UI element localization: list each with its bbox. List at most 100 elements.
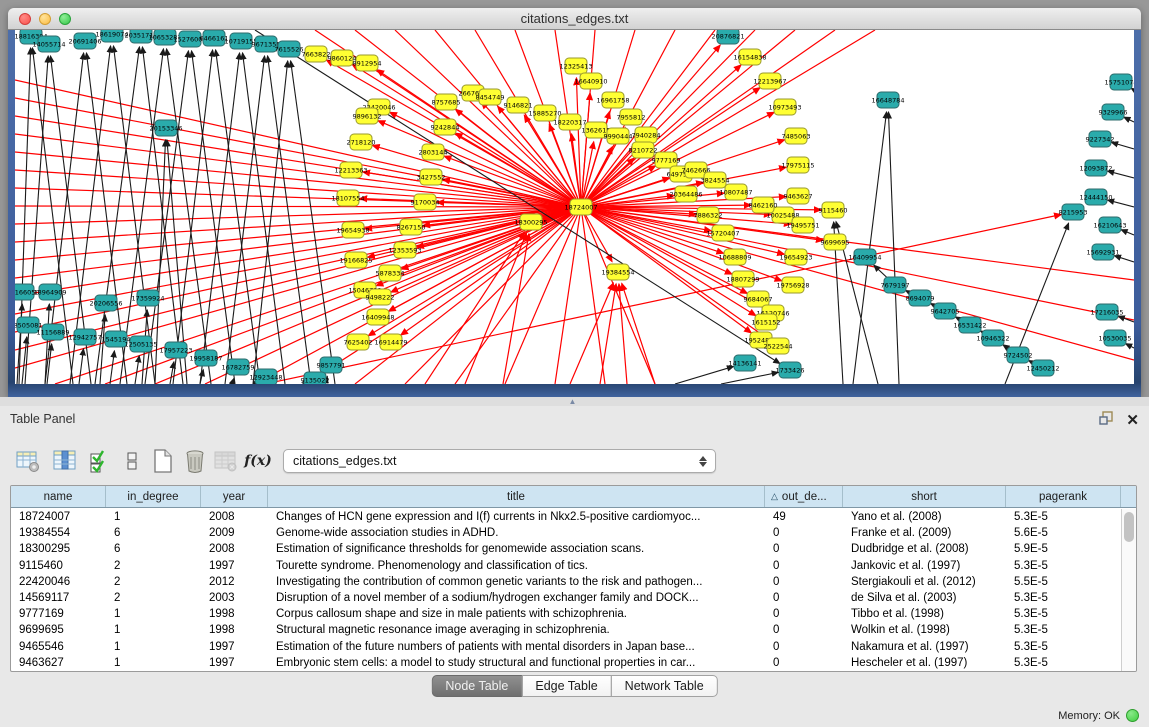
graph-node[interactable]: 17359924 [131, 290, 164, 306]
graph-node[interactable]: 7886322 [694, 207, 723, 223]
table-row[interactable]: 911546021997Tourette syndrome. Phenomeno… [11, 558, 1121, 574]
column-header-out_degree[interactable]: △out_de... [765, 486, 843, 507]
graph-node[interactable]: 19654938 [336, 222, 369, 238]
vertical-scrollbar[interactable] [1121, 509, 1136, 671]
tab-network-table[interactable]: Network Table [611, 675, 718, 697]
tab-edge-table[interactable]: Edge Table [521, 675, 611, 697]
graph-node[interactable]: 8462160 [749, 197, 778, 213]
graph-node[interactable]: 1615152 [752, 314, 781, 330]
graph-node[interactable]: 9699695 [821, 234, 850, 250]
graph-node[interactable]: 16640910 [574, 73, 607, 89]
scrollbar-thumb[interactable] [1124, 512, 1134, 542]
table-settings-icon[interactable] [14, 446, 42, 476]
table-row[interactable]: 977716911998Corpus callosum shape and si… [11, 606, 1121, 622]
graph-node[interactable]: 12325413 [559, 58, 592, 74]
graph-node[interactable]: 7663822 [302, 46, 331, 62]
graph-node[interactable]: 9227342 [1086, 131, 1115, 147]
graph-node[interactable]: 10946322 [976, 330, 1009, 346]
column-header-pagerank[interactable]: pagerank [1006, 486, 1121, 507]
graph-node[interactable]: 7940284 [632, 127, 661, 143]
graph-node[interactable]: 17957223 [159, 342, 192, 358]
network-graph[interactable]: 1872400718816304140557142069140618619074… [15, 30, 1134, 384]
graph-node[interactable]: 16648784 [871, 92, 904, 108]
graph-node[interactable]: 19654923 [779, 249, 812, 265]
graph-node[interactable]: 12353593 [388, 242, 421, 258]
graph-node[interactable]: 12942757 [68, 329, 101, 345]
column-header-title[interactable]: title [268, 486, 765, 507]
table-selector-dropdown[interactable]: citations_edges.txt [283, 449, 716, 473]
graph-node[interactable]: 2803144 [419, 144, 448, 160]
function-builder-icon[interactable]: f(x) [244, 446, 272, 476]
graph-node[interactable]: 7679197 [881, 277, 910, 293]
graph-node[interactable]: 5878334 [376, 265, 405, 281]
table-row[interactable]: 946362711997Embryonic stem cells: a mode… [11, 655, 1121, 671]
graph-node[interactable]: 20876821 [711, 30, 744, 44]
graph-node[interactable]: 7615526 [275, 41, 304, 57]
graph-node[interactable]: 16961758 [596, 92, 629, 108]
graph-node[interactable]: 9115460 [819, 202, 848, 218]
graph-node[interactable]: 8912954 [353, 55, 382, 71]
graph-node[interactable]: 3824554 [701, 172, 730, 188]
column-header-name[interactable]: name [11, 486, 106, 507]
delete-column-icon[interactable] [181, 446, 209, 476]
graph-node[interactable]: 8267150 [397, 219, 426, 235]
graph-node[interactable]: 14136141 [728, 355, 761, 371]
graph-node[interactable]: 8694079 [906, 290, 935, 306]
graph-node[interactable]: 2718120 [347, 134, 376, 150]
graph-node[interactable]: 9463627 [784, 188, 813, 204]
column-visibility-icon[interactable] [51, 446, 79, 476]
graph-node[interactable]: 7625402 [344, 334, 373, 350]
table-row[interactable]: 946554611997Estimation of the future num… [11, 639, 1121, 655]
graph-node[interactable]: 8454749 [476, 89, 505, 105]
new-column-icon[interactable] [149, 446, 177, 476]
graph-node[interactable]: 9170034 [411, 194, 440, 210]
graph-node[interactable]: 12444150 [1079, 189, 1112, 205]
graph-node[interactable]: 12093872 [1079, 160, 1112, 176]
float-panel-icon[interactable] [1098, 410, 1114, 431]
table-row[interactable]: 969969511998Structural magnetic resonanc… [11, 622, 1121, 638]
column-header-short[interactable]: short [843, 486, 1006, 507]
graph-node[interactable]: 15751074 [1104, 74, 1134, 90]
graph-node[interactable]: 10688809 [718, 249, 751, 265]
graph-node[interactable]: 15692931 [1086, 244, 1119, 260]
graph-node[interactable]: 3427552 [417, 169, 446, 185]
column-header-year[interactable]: year [201, 486, 268, 507]
column-header-in_degree[interactable]: in_degree [106, 486, 201, 507]
window-titlebar[interactable]: citations_edges.txt [8, 8, 1141, 30]
graph-node[interactable]: 9896132 [353, 108, 382, 124]
graph-node[interactable]: 9135022 [301, 372, 330, 384]
graph-node[interactable]: 8215953 [1059, 204, 1088, 220]
graph-node[interactable]: 8757685 [432, 94, 461, 110]
graph-node[interactable]: 9990444 [604, 128, 633, 144]
graph-node[interactable]: 9242844 [431, 119, 460, 135]
network-canvas[interactable]: 1872400718816304140557142069140618619074… [15, 30, 1134, 384]
graph-node[interactable]: 7955812 [617, 109, 646, 125]
graph-node[interactable]: 2522544 [764, 338, 793, 354]
table-row[interactable]: 1872400712008Changes of HCN gene express… [11, 509, 1121, 525]
graph-node[interactable]: 9498222 [366, 289, 395, 305]
close-panel-icon[interactable]: ✕ [1126, 413, 1139, 428]
table-row[interactable]: 1830029562008Estimation of significance … [11, 541, 1121, 557]
checklist-icon[interactable] [86, 446, 114, 476]
graph-node[interactable]: 19756928 [776, 277, 809, 293]
graph-node[interactable]: 7485063 [782, 128, 811, 144]
svg-text:20153346: 20153346 [149, 124, 182, 132]
graph-node[interactable]: 9329966 [1099, 104, 1128, 120]
table-row[interactable]: 1456911722003Disruption of a novel membe… [11, 590, 1121, 606]
graph-node[interactable]: 9642705 [931, 303, 960, 319]
graph-node[interactable]: 9724502 [1004, 347, 1033, 363]
graph-node[interactable]: 16531422 [953, 317, 986, 333]
table-row[interactable]: 2242004622012Investigating the contribut… [11, 574, 1121, 590]
tab-node-table[interactable]: Node Table [431, 675, 522, 697]
graph-node[interactable]: 9857791 [317, 357, 346, 373]
graph-node[interactable]: 17975115 [781, 157, 814, 173]
graph-node[interactable]: 17216035 [1090, 304, 1123, 320]
graph-node[interactable]: 1733426 [776, 362, 805, 378]
memory-status-icon[interactable] [1126, 709, 1139, 722]
table-row[interactable]: 1938455462009Genome-wide association stu… [11, 525, 1121, 541]
row-height-icon[interactable] [118, 446, 146, 476]
graph-node[interactable]: 19958187 [189, 350, 222, 366]
horizontal-splitter[interactable]: ▲▼ [0, 397, 1149, 406]
graph-node[interactable]: 16210643 [1093, 217, 1126, 233]
graph-node[interactable]: 16154838 [733, 49, 766, 65]
